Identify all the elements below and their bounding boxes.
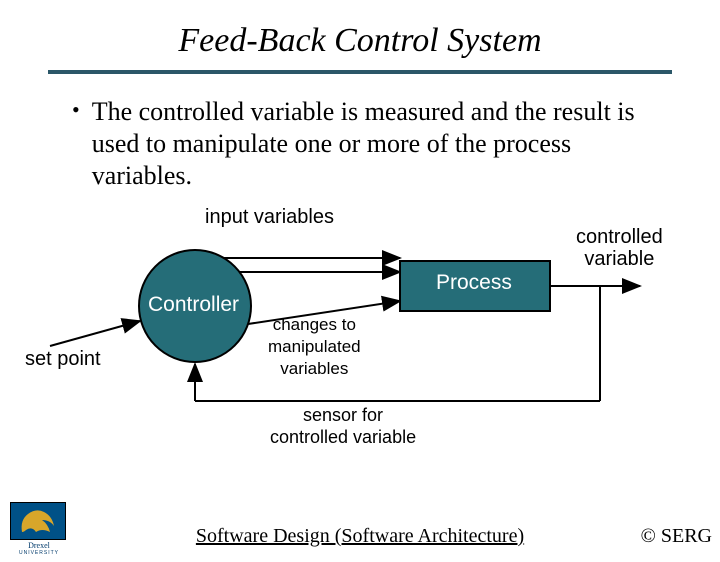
drexel-logo: Drexel UNIVERSITY [10, 502, 68, 552]
label-controlled-variable: controlled variable [576, 226, 663, 270]
title-underline [48, 70, 672, 74]
label-process: Process [436, 272, 512, 294]
logo-name: Drexel [10, 541, 68, 550]
label-input-variables: input variables [205, 206, 334, 228]
slide-title: Feed-Back Control System [0, 22, 720, 60]
footer-course: Software Design (Software Architecture) [0, 525, 720, 548]
feedback-diagram: input variables Controller set point cha… [0, 206, 720, 466]
bullet-marker: • [72, 96, 80, 192]
label-controller: Controller [148, 294, 239, 316]
label-set-point: set point [25, 348, 101, 370]
bullet-row: • The controlled variable is measured an… [72, 96, 664, 192]
logo-sub: UNIVERSITY [10, 550, 68, 556]
label-changes: changes to manipulated variables [268, 314, 361, 380]
drexel-logo-icon [10, 502, 66, 540]
label-sensor: sensor for controlled variable [270, 404, 416, 448]
bullet-text: The controlled variable is measured and … [92, 96, 664, 192]
footer-copyright: © SERG [641, 525, 712, 548]
